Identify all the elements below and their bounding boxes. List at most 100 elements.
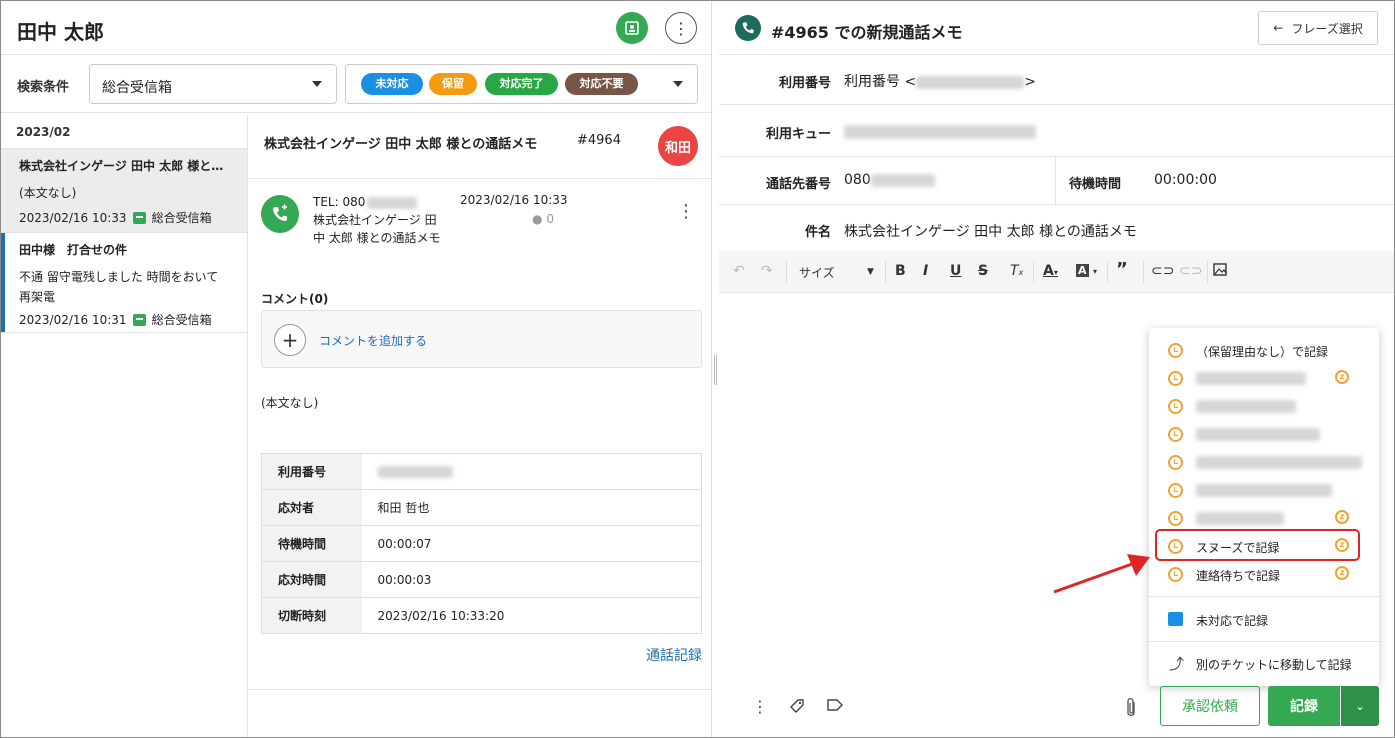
menu-item-hold-reason[interactable]: z [1149, 364, 1379, 392]
list-item[interactable]: 田中様 打合せの件 不通 留守電残しました 時間をおいて再架電 2023/02/… [1, 233, 247, 333]
attachment-tag-icon[interactable] [788, 697, 806, 719]
link-icon[interactable]: ⊂⊃ [1151, 263, 1174, 279]
merge-arrow-icon: ⤴ [1169, 655, 1185, 673]
contact-name: 田中 太郎 [17, 20, 104, 44]
paperclip-icon[interactable] [1124, 697, 1138, 723]
menu-item-hold-reason[interactable] [1149, 392, 1379, 420]
status-pill-unhandled[interactable]: 未対応 [361, 73, 423, 95]
redacted-number [916, 75, 1025, 89]
number-value[interactable]: 利用番号 < > [844, 71, 1036, 91]
call-tel: TEL: 080 [313, 195, 366, 209]
alarm-clock-icon: z [1335, 510, 1349, 524]
record-button[interactable]: 記録 [1268, 686, 1340, 726]
comment-count: ● 0 [532, 212, 554, 226]
redacted-number [367, 196, 418, 209]
arrow-left-icon: ← [1273, 21, 1284, 35]
assignee-avatar[interactable]: 和田 [658, 126, 698, 166]
clear-format-icon[interactable]: Tx [1010, 263, 1023, 279]
detail-divider [249, 689, 712, 690]
wait-value: 00:00:00 [1154, 172, 1217, 188]
pane-resize-handle[interactable] [714, 355, 717, 385]
strikethrough-icon[interactable]: S [978, 263, 988, 279]
table-value [361, 453, 702, 490]
dest-prefix: 080 [844, 172, 871, 188]
clock-icon [1168, 455, 1183, 470]
list-item[interactable]: 株式会社インゲージ 田中 太郎 様と… (本文なし) 2023/02/16 10… [1, 149, 247, 233]
menu-item-hold-reason[interactable] [1149, 476, 1379, 504]
table-row: 応対者 和田 哲也 [261, 489, 702, 526]
inbox-select-value: 総合受信箱 [102, 80, 172, 96]
menu-item-await-contact[interactable]: 連絡待ちで記録 z [1149, 560, 1379, 588]
queue-value[interactable] [844, 124, 1036, 140]
menu-divider [1149, 641, 1379, 642]
menu-item-no-reason[interactable]: （保留理由なし）で記録 [1149, 336, 1379, 364]
menu-item-move-ticket[interactable]: ⤴ 別のチケットに移動して記録 [1149, 649, 1379, 677]
inbox-select[interactable]: 総合受信箱 [89, 64, 337, 104]
subject-value[interactable]: 株式会社インゲージ 田中 太郎 様との通話メモ [844, 221, 1137, 241]
call-more-button[interactable]: ⋮ [677, 201, 695, 222]
phrase-select-button[interactable]: ← フレーズ選択 [1258, 11, 1378, 45]
ticket-body: (本文なし) [19, 186, 77, 200]
highlight-color-icon[interactable]: A [1076, 264, 1089, 277]
menu-item-hold-reason[interactable]: z [1149, 504, 1379, 532]
add-comment-link[interactable]: コメントを追加する [319, 332, 427, 349]
menu-item-hold-reason[interactable] [1149, 448, 1379, 476]
text-color-icon[interactable]: A▾ [1043, 263, 1058, 279]
queue-field: 利用キュー [719, 105, 1394, 157]
filter-label: 検索条件 [17, 80, 70, 95]
detail-title: 株式会社インゲージ 田中 太郎 様との通話メモ [264, 137, 538, 152]
queue-label: 利用キュー [765, 127, 831, 142]
underline-icon[interactable]: U [950, 263, 961, 279]
editor-toolbar: ↶ ↷ サイズ ▼ B I U S Tx A▾ A ▾ ” ⊂⊃ ⊂⊃ [719, 251, 1394, 293]
toolbar-divider [1033, 261, 1034, 283]
number-field: 利用番号 利用番号 < > [719, 55, 1394, 105]
font-size-select[interactable]: サイズ [799, 264, 835, 281]
menu-item-hold-reason[interactable] [1149, 420, 1379, 448]
record-options-toggle[interactable]: ⌄ [1341, 686, 1379, 726]
more-vertical-icon[interactable]: ⋮ [752, 697, 768, 716]
quote-icon[interactable]: ” [1116, 259, 1128, 280]
redacted-label [1196, 372, 1306, 385]
ticket-meta: 2023/02/16 10:31 総合受信箱 [19, 311, 229, 328]
clock-icon [1168, 343, 1183, 358]
bold-icon[interactable]: B [895, 263, 906, 279]
dest-value[interactable]: 080 [844, 172, 935, 188]
detail-number: #4964 [577, 133, 621, 148]
ticket-title: 田中様 打合せの件 [19, 243, 128, 257]
contact-header: 田中 太郎 ⋮ [1, 1, 711, 55]
phrase-select-label: フレーズ選択 [1291, 21, 1363, 36]
add-comment-button[interactable]: + [274, 324, 306, 356]
detail-body: (本文なし) [261, 396, 319, 410]
undo-icon[interactable]: ↶ [733, 263, 745, 279]
number-prefix: 利用番号 < [844, 74, 917, 90]
table-row: 利用番号 [261, 453, 702, 490]
status-pill-unneeded[interactable]: 対応不要 [565, 73, 638, 95]
incoming-call-icon [261, 195, 299, 233]
comment-box: + コメントを追加する [261, 310, 702, 368]
dest-wait-field: 通話先番号 080 待機時間 00:00:00 [719, 157, 1394, 205]
more-options-button[interactable]: ⋮ [665, 12, 697, 44]
unlink-icon[interactable]: ⊂⊃ [1179, 263, 1202, 279]
table-key: 待機時間 [261, 525, 362, 562]
italic-icon[interactable]: I [923, 263, 928, 279]
approval-request-button[interactable]: 承認依頼 [1160, 686, 1260, 726]
status-filter-select[interactable]: 未対応 保留 対応完了 対応不要 [345, 64, 698, 104]
table-value: 和田 哲也 [361, 489, 702, 526]
clock-icon [1168, 399, 1183, 414]
call-log-link[interactable]: 通話記録 [646, 645, 702, 665]
redo-icon[interactable]: ↷ [761, 263, 773, 279]
call-datetime: 2023/02/16 10:33 [460, 193, 568, 207]
label-icon[interactable] [826, 697, 844, 716]
status-pill-hold[interactable]: 保留 [429, 73, 477, 95]
number-suffix: > [1024, 74, 1036, 90]
call-info: TEL: 080 株式会社インゲージ 田中 太郎 様との通話メモ [313, 193, 443, 247]
contact-card-button[interactable] [616, 12, 648, 44]
dest-label: 通話先番号 [765, 177, 831, 192]
table-value: 00:00:07 [361, 525, 702, 562]
chevron-down-icon: ▼ [867, 267, 874, 277]
image-icon[interactable] [1213, 263, 1227, 280]
table-row: 待機時間 00:00:07 [261, 525, 702, 562]
status-pill-done[interactable]: 対応完了 [485, 73, 558, 95]
phone-icon [735, 15, 761, 41]
menu-item-unhandled[interactable]: 未対応で記録 [1149, 605, 1379, 633]
